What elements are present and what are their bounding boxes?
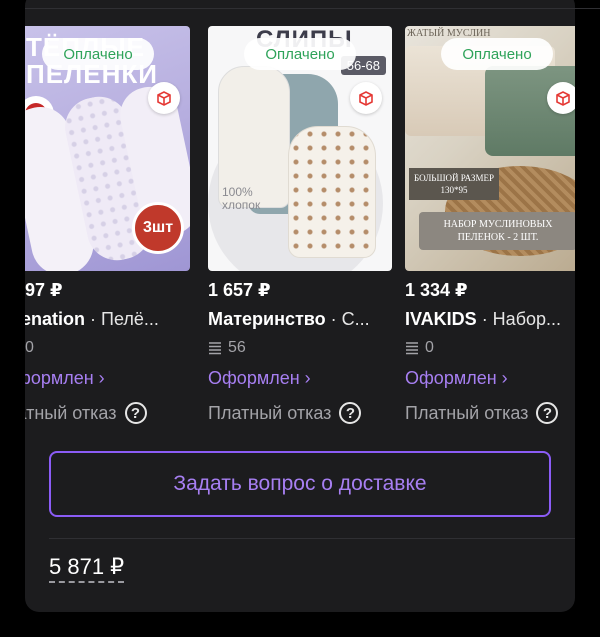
refund-label: Платный отказ [208,402,332,423]
product-image[interactable]: СЛИПЫ 56-68 100% хлопок Оплачено [208,26,392,271]
reviews-value: 56 [228,339,246,356]
reviews-count: 0 [405,339,434,357]
question-icon[interactable]: ? [124,402,147,424]
reviews-count: 0 [25,339,34,357]
reviews-count: 56 [208,339,246,357]
pack-count-label: 3шт [142,219,174,236]
pack-count-badge: 3шт [132,202,184,254]
reviews-icon [406,342,418,355]
set-label: НАБОР МУСЛИНОВЫХ ПЕЛЕНОК - 2 ШТ. [419,212,575,250]
order-status-link[interactable]: Оформлен › [405,368,508,389]
cotton-label: 100% хлопок [222,185,261,212]
return-box-icon[interactable] [547,82,575,114]
product-price: 1 657 ₽ [208,280,271,300]
product-title[interactable]: Материнство · С... [208,309,392,330]
paid-badge: Оплачено [441,38,553,70]
product-brand: Материнство [208,309,326,329]
ask-delivery-question-button[interactable]: Задать вопрос о доставке [49,451,551,517]
product-price: 1 334 ₽ [405,280,468,300]
big-size-label: БОЛЬШОЙ РАЗМЕР 130*95 [409,168,499,200]
refund-label: латный отказ [25,402,117,423]
order-total[interactable]: 5 871 ₽ [49,554,125,583]
refund-info: латный отказ ? [25,402,147,424]
paid-badge: Оплачено [244,38,356,70]
refund-info: Платный отказ ? [208,402,362,424]
paid-badge: Оплачено [42,38,154,70]
reviews-icon [209,342,221,355]
divider [49,538,575,539]
return-box-icon[interactable] [148,82,180,114]
refund-info: Платный отказ ? [405,402,559,424]
product-image[interactable]: ТЁПЛЫЕ ПЕЛЕНКИ 3шт Оплачено [25,26,190,271]
product-title[interactable]: IVAKIDS · Набор... [405,309,575,330]
product-image[interactable]: ЖАТЫЙ МУСЛИН БОЛЬШОЙ РАЗМЕР 130*95 НАБОР… [405,26,575,271]
question-icon[interactable]: ? [339,402,362,424]
order-status-link[interactable]: Оформлен › [208,368,311,389]
ask-delivery-question-label: Задать вопрос о доставке [173,472,427,495]
product-name: · С... [325,309,370,329]
order-panel: ТЁПЛЫЕ ПЕЛЕНКИ 3шт Оплачено 97 ₽ [25,0,575,612]
question-icon[interactable]: ? [536,402,559,424]
order-status-link[interactable]: оформлен › [25,368,105,389]
top-divider [25,8,600,9]
product-price: 97 ₽ [25,280,63,300]
product-title[interactable]: elenation · Пелё... [25,309,190,330]
product-name: · Пелё... [85,309,159,329]
product-carousel[interactable]: ТЁПЛЫЕ ПЕЛЕНКИ 3шт Оплачено 97 ₽ [25,0,575,452]
refund-label: Платный отказ [405,402,529,423]
return-box-icon[interactable] [350,82,382,114]
product-name: · Набор... [476,309,562,329]
product-brand: elenation [25,309,86,329]
onesie-pattern [288,126,376,258]
product-brand: IVAKIDS [405,309,477,329]
reviews-value: 0 [425,339,434,356]
reviews-value: 0 [25,339,34,356]
